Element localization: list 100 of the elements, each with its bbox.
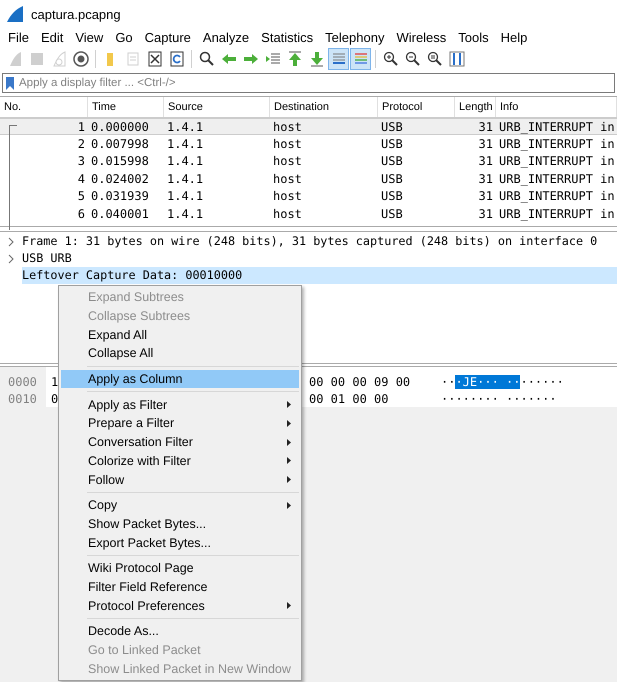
down-arrow-icon [308, 51, 324, 67]
file-icon [124, 51, 140, 67]
expand-chevron-icon[interactable] [7, 236, 15, 246]
table-cell-text: host [272, 171, 303, 187]
menu-item[interactable]: Edit [34, 30, 70, 44]
context-menu-item[interactable]: Colorize with Filter [61, 452, 299, 470]
left-arrow-icon [220, 51, 236, 67]
table-cell-text: host [272, 136, 303, 152]
resize-columns-icon [448, 51, 464, 67]
column-header[interactable]: No. [0, 97, 88, 117]
table-cell-text: URB_INTERRUPT in [498, 171, 616, 187]
menu-item[interactable]: Go [109, 30, 139, 44]
table-cell-text: USB [380, 171, 404, 187]
close-icon [146, 51, 162, 67]
context-menu-item[interactable]: Wiki Protocol Page [61, 558, 299, 578]
table-cell-text: 1.4.1 [166, 136, 204, 152]
table-cell-text: 0.024002 [90, 171, 150, 187]
menu-item[interactable]: File [2, 30, 35, 44]
context-menu-item[interactable]: Apply as Column [61, 370, 299, 388]
hex-bytes: 00 00 00 09 00 [309, 374, 412, 388]
auto-scroll-icon [330, 51, 346, 67]
context-menu-item[interactable]: Export Packet Bytes... [61, 533, 299, 552]
table-cell-text: 0.040001 [90, 206, 150, 222]
table-cell-text: URB_INTERRUPT in [498, 119, 616, 134]
column-header[interactable]: Source [164, 97, 270, 117]
table-cell-text: host [272, 119, 303, 134]
table-cell-text: 31 [478, 119, 494, 134]
table-cell-text: 3 [76, 154, 86, 170]
context-menu-item[interactable]: Conversation Filter [61, 432, 299, 452]
search-icon [198, 51, 214, 67]
context-menu-item[interactable]: Decode As... [61, 622, 299, 641]
table-cell-text: 1.4.1 [166, 171, 204, 187]
context-menu-item[interactable]: Collapse All [61, 344, 299, 363]
table-cell-text: 6 [76, 206, 86, 222]
colored-lines-icon [352, 51, 368, 67]
menu-item[interactable]: Wireless [390, 30, 452, 44]
table-cell-text: 0.007998 [90, 136, 150, 152]
stop-icon [28, 51, 44, 67]
column-header[interactable]: Protocol [378, 97, 455, 117]
context-menu-item[interactable]: Protocol Preferences [61, 596, 299, 615]
bookmark-icon[interactable] [6, 77, 14, 90]
context-menu-item[interactable]: Copy [61, 496, 299, 515]
table-cell-text: USB [380, 188, 404, 204]
table-cell-text: URB_INTERRUPT in [498, 206, 616, 222]
table-cell-text: 31 [478, 154, 494, 170]
table-cell-text: host [272, 206, 303, 222]
zoom-out-icon [404, 51, 420, 67]
detail-tree-item[interactable]: USB URB [22, 250, 72, 267]
ascii-bytes: ·· [441, 374, 456, 388]
column-header[interactable]: Length [455, 97, 496, 117]
reload-icon [168, 51, 184, 67]
selected-ascii-bytes: ·JE··· ·· [455, 374, 520, 388]
ascii-bytes: ········ ······· [441, 392, 557, 406]
menu-item[interactable]: Telephony [319, 30, 390, 44]
menu-item[interactable]: Analyze [196, 30, 256, 44]
table-cell-text: 4 [76, 171, 86, 187]
context-menu-item[interactable]: Apply as Filter [61, 395, 299, 414]
menu-item[interactable]: Tools [452, 30, 495, 44]
table-cell-text: 0.000000 [90, 119, 150, 134]
zoom-in-icon [382, 51, 398, 67]
table-cell-text: URB_INTERRUPT in [498, 136, 616, 152]
table-cell-text: 0.031939 [90, 188, 150, 204]
app-logo-icon [6, 6, 24, 22]
detail-tree-item[interactable]: Frame 1: 31 bytes on wire (248 bits), 31 bytes captured (248 bits) on interface 0 [22, 233, 598, 250]
detail-tree-item[interactable]: Leftover Capture Data: 00010000 [22, 267, 617, 284]
table-cell-text: 2 [76, 136, 86, 152]
zoom-reset-icon [426, 51, 442, 67]
ascii-bytes: ······ [520, 374, 564, 388]
table-cell-text: 31 [478, 136, 494, 152]
context-menu-item[interactable]: Follow [61, 470, 299, 489]
menu-item[interactable]: Help [494, 30, 534, 44]
table-cell-text: 1 [76, 119, 86, 134]
table-cell-text: USB [380, 119, 404, 134]
hex-bytes: 0 [51, 392, 57, 406]
expand-chevron-icon[interactable] [7, 254, 15, 264]
table-cell-text: USB [380, 154, 404, 170]
table-cell-text: 5 [76, 188, 86, 204]
table-cell-text: USB [380, 206, 404, 222]
fin-icon [50, 51, 66, 67]
context-menu-item[interactable]: Prepare a Filter [61, 414, 299, 433]
packet-row[interactable]: 1 0.000000 1.4.1 host USB 31 URB_INTERRUPT in [0, 118, 617, 136]
byte-offset: 0010 [7, 390, 38, 407]
context-menu-item[interactable]: Expand All [61, 325, 299, 344]
context-menu-item[interactable]: Filter Field Reference [61, 578, 299, 596]
context-menu-item[interactable]: Show Packet Bytes... [61, 514, 299, 534]
table-cell-text: 0.015998 [90, 154, 150, 170]
table-cell-text: URB_INTERRUPT in [498, 154, 616, 170]
menu-item[interactable]: View [69, 30, 110, 44]
menu-item[interactable]: Capture [138, 30, 197, 44]
table-cell-text: 31 [478, 171, 494, 187]
table-cell-text: host [272, 188, 303, 204]
table-cell-text: URB_INTERRUPT in [498, 188, 616, 204]
display-filter-field[interactable]: Apply a display filter ... <Ctrl-/> [2, 73, 615, 93]
menu-item[interactable]: Statistics [255, 30, 320, 44]
column-header[interactable]: Destination [270, 97, 378, 117]
table-cell-text: 1.4.1 [166, 154, 204, 170]
settings-icon [72, 51, 88, 67]
column-header[interactable]: Time [88, 97, 164, 117]
column-header[interactable]: Info [496, 97, 617, 117]
hex-bytes: 1 [51, 374, 57, 388]
